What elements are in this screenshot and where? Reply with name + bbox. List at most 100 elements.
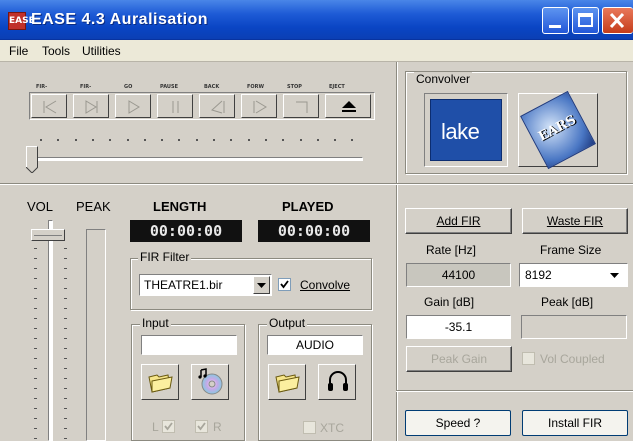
volume-tick bbox=[34, 438, 37, 439]
slider-tick bbox=[161, 139, 164, 141]
forward-icon bbox=[253, 100, 267, 114]
volume-tick bbox=[64, 298, 67, 299]
volume-tick bbox=[64, 288, 67, 289]
xtc-label: XTC bbox=[320, 421, 344, 435]
volume-tick bbox=[64, 328, 67, 329]
title-bar[interactable]: EASE EASE 4.3 Auralisation bbox=[0, 0, 633, 40]
input-l-checkbox[interactable] bbox=[162, 420, 175, 433]
lake-button[interactable]: lake bbox=[424, 93, 508, 167]
fir-filter-dropdown-button[interactable] bbox=[253, 276, 270, 294]
chevron-down-icon bbox=[257, 283, 266, 288]
xtc-checkbox[interactable] bbox=[303, 421, 316, 434]
transport-label: FORW bbox=[247, 84, 265, 90]
pause-button[interactable] bbox=[157, 94, 193, 118]
output-open-button[interactable] bbox=[268, 364, 306, 400]
forward-button[interactable] bbox=[241, 94, 277, 118]
volume-tick bbox=[64, 318, 67, 319]
go-button[interactable] bbox=[115, 94, 151, 118]
volume-tick bbox=[34, 318, 37, 319]
eject-button[interactable] bbox=[325, 94, 371, 118]
slider-tick bbox=[213, 139, 215, 141]
slider-tick bbox=[264, 139, 267, 141]
auralisation-window: EASE EASE 4.3 Auralisation File Tools Ut… bbox=[0, 0, 633, 441]
frame-size-select[interactable]: 8192 bbox=[519, 263, 628, 287]
played-label: PLAYED bbox=[282, 199, 334, 214]
slider-tick bbox=[126, 139, 129, 141]
output-field[interactable]: AUDIO bbox=[267, 335, 363, 355]
window-title: EASE 4.3 Auralisation bbox=[31, 11, 209, 28]
peak-gain-button[interactable]: Peak Gain bbox=[406, 346, 512, 372]
transport-label: FIR- bbox=[36, 84, 48, 90]
ears-logo: EARS bbox=[520, 90, 596, 170]
output-headphones-button[interactable] bbox=[318, 364, 356, 400]
input-cd-button[interactable] bbox=[191, 364, 229, 400]
convolve-checkbox[interactable] bbox=[278, 278, 291, 291]
headphones-icon bbox=[328, 371, 348, 391]
volume-tick bbox=[34, 268, 37, 269]
pause-icon bbox=[172, 101, 179, 113]
check-icon bbox=[164, 422, 173, 431]
transport-label: EJECT bbox=[329, 84, 345, 90]
back-button[interactable] bbox=[199, 94, 235, 118]
lake-label: lake bbox=[441, 119, 480, 144]
right-panel-divider bbox=[396, 390, 633, 391]
menu-tools[interactable]: Tools bbox=[42, 44, 70, 58]
check-icon bbox=[280, 280, 289, 289]
slider-thumb-point bbox=[26, 167, 38, 173]
fir-start-button[interactable] bbox=[31, 94, 67, 118]
length-display: 00:00:00 bbox=[130, 220, 242, 242]
transport-label: GO bbox=[124, 84, 133, 90]
volume-tick bbox=[34, 338, 37, 339]
waste-fir-button[interactable]: Waste FIR bbox=[522, 208, 628, 234]
menu-utilities[interactable]: Utilities bbox=[82, 44, 121, 58]
frame-size-value: 8192 bbox=[525, 268, 552, 282]
output-title: Output bbox=[267, 316, 308, 330]
slider-thumb[interactable] bbox=[26, 146, 38, 168]
volume-tick bbox=[34, 378, 37, 379]
rate-label: Rate [Hz] bbox=[426, 243, 477, 257]
ears-label: EARS bbox=[536, 112, 579, 145]
slider-tick bbox=[74, 139, 77, 141]
slider-tick bbox=[334, 139, 337, 141]
volume-tick bbox=[64, 368, 67, 369]
input-open-button[interactable] bbox=[141, 364, 179, 400]
volume-tick bbox=[34, 288, 37, 289]
menu-file[interactable]: File bbox=[9, 44, 28, 58]
input-r-label: R bbox=[213, 420, 222, 434]
slider-track bbox=[33, 157, 363, 161]
rate-field: 44100 bbox=[406, 263, 511, 287]
play-icon bbox=[128, 100, 140, 114]
volume-tick bbox=[34, 248, 37, 249]
volume-tick bbox=[34, 418, 37, 419]
check-icon bbox=[197, 422, 206, 431]
speed-button[interactable]: Speed ? bbox=[405, 410, 511, 436]
volume-tick bbox=[34, 388, 37, 389]
volume-tick bbox=[34, 258, 37, 259]
skip-start-icon bbox=[43, 100, 57, 114]
volume-tick bbox=[64, 388, 67, 389]
main-horizontal-divider bbox=[0, 183, 633, 184]
close-button[interactable] bbox=[602, 7, 633, 34]
input-field[interactable] bbox=[141, 335, 237, 355]
slider-tick bbox=[109, 139, 112, 141]
main-vertical-divider bbox=[396, 62, 397, 441]
fir-end-button[interactable] bbox=[73, 94, 109, 118]
gain-field[interactable]: -35.1 bbox=[406, 315, 511, 339]
fir-filter-select[interactable]: THEATRE1.bir bbox=[139, 274, 272, 296]
input-title: Input bbox=[140, 316, 171, 330]
minimize-button[interactable] bbox=[542, 7, 569, 34]
maximize-button[interactable] bbox=[572, 7, 599, 34]
convolve-label: Convolve bbox=[300, 278, 351, 292]
fir-filter-title: FIR Filter bbox=[138, 250, 192, 264]
install-fir-button[interactable]: Install FIR bbox=[522, 410, 628, 436]
vol-coupled-label: Vol Coupled bbox=[540, 352, 605, 366]
convolver-title: Convolver bbox=[414, 72, 473, 86]
cd-music-icon bbox=[198, 368, 223, 395]
volume-thumb[interactable] bbox=[31, 229, 65, 241]
slider-tick bbox=[143, 139, 146, 141]
add-fir-button[interactable]: Add FIR bbox=[405, 208, 512, 234]
ears-button[interactable]: EARS bbox=[518, 90, 598, 170]
vol-coupled-checkbox[interactable] bbox=[522, 352, 535, 365]
input-r-checkbox[interactable] bbox=[195, 420, 208, 433]
stop-button[interactable] bbox=[283, 94, 319, 118]
